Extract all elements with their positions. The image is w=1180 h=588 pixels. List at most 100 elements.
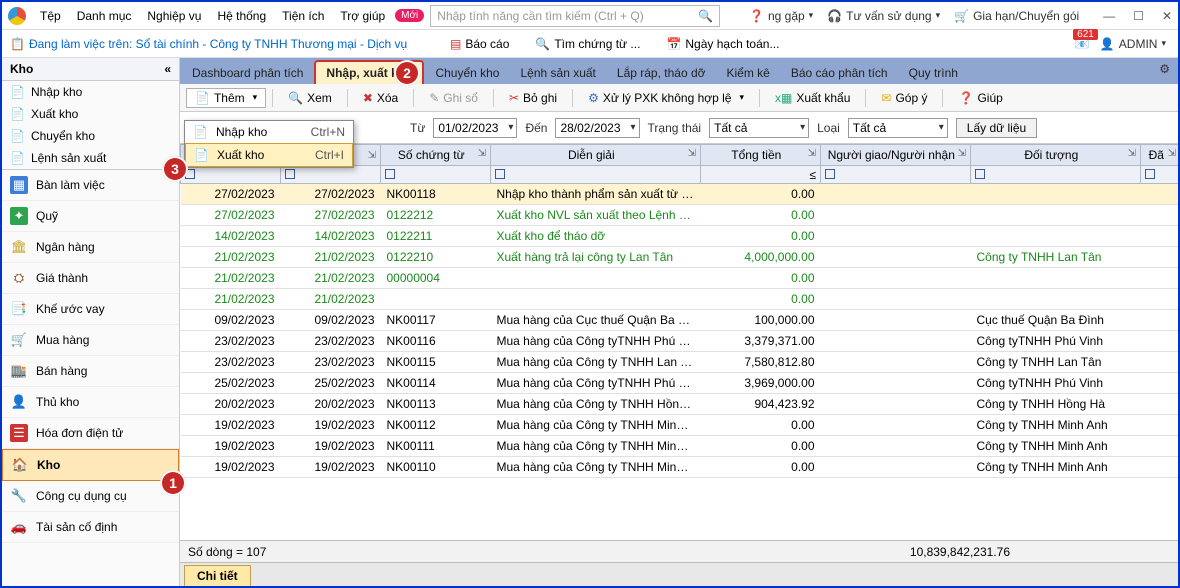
menu-Trợ giúp[interactable]: Trợ giúp bbox=[332, 9, 393, 23]
status-combo[interactable]: Tất cả bbox=[709, 118, 809, 138]
filter-cell[interactable] bbox=[381, 166, 491, 184]
module-Hóa đơn điện tử[interactable]: ☰Hóa đơn điện tử bbox=[2, 418, 179, 449]
pin-icon[interactable]: ⇲ bbox=[808, 148, 816, 159]
notification-icon[interactable]: 📧621 bbox=[1075, 37, 1090, 51]
type-combo[interactable]: Tất cả bbox=[848, 118, 948, 138]
table-row[interactable]: 19/02/202319/02/2023NK00110Mua hàng của … bbox=[181, 457, 1179, 478]
col-header[interactable]: Diễn giải⇲ bbox=[491, 145, 701, 166]
feedback-button[interactable]: ✉Góp ý bbox=[872, 88, 936, 108]
tab-Chuyển kho[interactable]: Chuyển kho bbox=[425, 62, 509, 84]
module-icon: 📑 bbox=[10, 300, 28, 318]
filter-cell[interactable] bbox=[821, 166, 971, 184]
tree-Lệnh sản xuất[interactable]: 📄Lệnh sản xuất bbox=[2, 147, 179, 169]
module-Bàn làm việc[interactable]: ▦Bàn làm việc bbox=[2, 170, 179, 201]
pin-icon[interactable]: ⇲ bbox=[688, 148, 696, 159]
faq-link[interactable]: ❓ng gặp▾ bbox=[749, 9, 813, 23]
close-button[interactable]: ✕ bbox=[1162, 9, 1172, 23]
module-Quỹ[interactable]: ✦Quỹ bbox=[2, 201, 179, 232]
view-button[interactable]: 🔍Xem bbox=[279, 88, 341, 108]
tree-Chuyển kho[interactable]: 📄Chuyển kho bbox=[2, 125, 179, 147]
table-row[interactable]: 23/02/202323/02/2023NK00116Mua hàng của … bbox=[181, 331, 1179, 352]
module-Khế ước vay[interactable]: 📑Khế ước vay bbox=[2, 294, 179, 325]
renew-link[interactable]: 🛒Gia hạn/Chuyển gói bbox=[954, 9, 1079, 23]
dropdown-xuat-kho[interactable]: 📄 Xuất kho Ctrl+I bbox=[185, 143, 353, 167]
user-menu[interactable]: 👤ADMIN▾ bbox=[1100, 37, 1166, 51]
tree-Nhập kho[interactable]: 📄Nhập kho bbox=[2, 81, 179, 103]
add-button[interactable]: 📄Thêm▾ bbox=[186, 88, 266, 108]
filter-cell[interactable] bbox=[181, 166, 281, 184]
minimize-button[interactable]: — bbox=[1103, 9, 1115, 23]
collapse-sidebar-icon[interactable]: « bbox=[164, 62, 171, 76]
col-header[interactable]: Đối tượng⇲ bbox=[971, 145, 1141, 166]
table-row[interactable]: 27/02/202327/02/2023NK00118Nhập kho thàn… bbox=[181, 184, 1179, 205]
search-input[interactable]: Nhập tính năng cần tìm kiếm (Ctrl + Q) 🔍 bbox=[430, 5, 720, 27]
table-row[interactable]: 27/02/202327/02/20230122212Xuất kho NVL … bbox=[181, 205, 1179, 226]
tab-Kiểm kê[interactable]: Kiểm kê bbox=[717, 62, 780, 84]
sidebar-title: Kho « bbox=[2, 58, 179, 81]
filter-cell[interactable]: ≤ bbox=[701, 166, 821, 184]
post-button[interactable]: ✎Ghi sổ bbox=[420, 88, 487, 108]
table-row[interactable]: 21/02/202321/02/20230.00 bbox=[181, 289, 1179, 310]
load-data-button[interactable]: Lấy dữ liệu bbox=[956, 118, 1037, 138]
pin-icon[interactable]: ⇲ bbox=[1168, 148, 1176, 159]
table-row[interactable]: 14/02/202314/02/20230122211Xuất kho để t… bbox=[181, 226, 1179, 247]
tab-Lệnh sản xuất[interactable]: Lệnh sản xuất bbox=[510, 62, 605, 84]
delete-button[interactable]: ✖Xóa bbox=[354, 88, 407, 108]
table-row[interactable]: 19/02/202319/02/2023NK00112Mua hàng của … bbox=[181, 415, 1179, 436]
posting-date-button[interactable]: 📅Ngày hạch toán... bbox=[666, 37, 779, 51]
tab-Lắp ráp, tháo dỡ[interactable]: Lắp ráp, tháo dỡ bbox=[607, 62, 716, 84]
menu-Nghiệp vụ[interactable]: Nghiệp vụ bbox=[139, 9, 209, 23]
table-row[interactable]: 19/02/202319/02/2023NK00111Mua hàng của … bbox=[181, 436, 1179, 457]
dropdown-nhap-kho[interactable]: 📄 Nhập kho Ctrl+N bbox=[185, 121, 353, 143]
filter-cell[interactable] bbox=[971, 166, 1141, 184]
module-Giá thành[interactable]: ⛭Giá thành bbox=[2, 263, 179, 294]
from-date[interactable]: 01/02/2023 bbox=[433, 118, 517, 138]
tree-Xuất kho[interactable]: 📄Xuất kho bbox=[2, 103, 179, 125]
invalid-pxk-button[interactable]: ⚙Xử lý PXK không hợp lệ▾ bbox=[579, 88, 753, 108]
find-doc-button[interactable]: 🔍Tìm chứng từ ... bbox=[535, 37, 640, 51]
to-date[interactable]: 28/02/2023 bbox=[555, 118, 639, 138]
module-Bán hàng[interactable]: 🏬Bán hàng bbox=[2, 356, 179, 387]
col-header[interactable]: Người giao/Người nhận⇲ bbox=[821, 145, 971, 166]
module-Công cụ dụng cụ[interactable]: 🔧Công cụ dụng cụ bbox=[2, 481, 179, 512]
pin-icon[interactable]: ⇲ bbox=[368, 150, 376, 161]
help-button[interactable]: ❓Giúp bbox=[949, 88, 1011, 108]
table-row[interactable]: 21/02/202321/02/20230122210Xuất hàng trả… bbox=[181, 247, 1179, 268]
doc-in-icon: 📄 bbox=[193, 125, 208, 139]
pin-icon[interactable]: ⇲ bbox=[958, 148, 966, 159]
consult-link[interactable]: 🎧Tư vấn sử dụng▾ bbox=[827, 9, 940, 23]
module-Thủ kho[interactable]: 👤Thủ kho bbox=[2, 387, 179, 418]
table-row[interactable]: 20/02/202320/02/2023NK00113Mua hàng của … bbox=[181, 394, 1179, 415]
menu-Tiện ích[interactable]: Tiện ích bbox=[274, 9, 332, 23]
pin-icon[interactable]: ⇲ bbox=[478, 148, 486, 159]
filter-cell[interactable] bbox=[1141, 166, 1179, 184]
total-amount: 10,839,842,231.76 bbox=[880, 545, 1010, 559]
pin-icon[interactable]: ⇲ bbox=[1128, 148, 1136, 159]
detail-tab[interactable]: Chi tiết bbox=[184, 565, 251, 586]
module-Ngân hàng[interactable]: 🏛Ngân hàng bbox=[2, 232, 179, 263]
table-row[interactable]: 25/02/202325/02/2023NK00114Mua hàng của … bbox=[181, 373, 1179, 394]
module-Kho[interactable]: 🏠Kho bbox=[2, 449, 179, 481]
gear-icon[interactable]: ⚙ bbox=[1159, 62, 1170, 76]
module-Tài sản cố định[interactable]: 🚗Tài sản cố định bbox=[2, 512, 179, 543]
col-header[interactable]: Số chứng từ⇲ bbox=[381, 145, 491, 166]
col-header[interactable]: Đã⇲ bbox=[1141, 145, 1179, 166]
report-button[interactable]: ▤Báo cáo bbox=[450, 37, 509, 51]
menu-Danh mục[interactable]: Danh mục bbox=[69, 9, 140, 23]
table-row[interactable]: 23/02/202323/02/2023NK00115Mua hàng của … bbox=[181, 352, 1179, 373]
menu-Tệp[interactable]: Tệp bbox=[32, 9, 69, 23]
tab-Dashboard phân tích[interactable]: Dashboard phân tích bbox=[182, 62, 313, 84]
export-button[interactable]: x▦Xuất khẩu bbox=[766, 88, 859, 108]
menu-Hệ thống[interactable]: Hệ thống bbox=[209, 9, 274, 23]
filter-cell[interactable] bbox=[281, 166, 381, 184]
table-row[interactable]: 21/02/202321/02/2023000000040.00 bbox=[181, 268, 1179, 289]
unpost-button[interactable]: ✂Bỏ ghi bbox=[500, 88, 566, 108]
module-Mua hàng[interactable]: 🛒Mua hàng bbox=[2, 325, 179, 356]
filter-cell[interactable] bbox=[491, 166, 701, 184]
table-row[interactable]: 09/02/202309/02/2023NK00117Mua hàng của … bbox=[181, 310, 1179, 331]
tab-Quy trình[interactable]: Quy trình bbox=[899, 62, 968, 84]
maximize-button[interactable]: ☐ bbox=[1133, 9, 1144, 23]
main-menu: TệpDanh mụcNghiệp vụHệ thốngTiện íchTrợ … bbox=[32, 9, 393, 23]
col-header[interactable]: Tổng tiền⇲ bbox=[701, 145, 821, 166]
tab-Báo cáo phân tích[interactable]: Báo cáo phân tích bbox=[781, 62, 898, 84]
